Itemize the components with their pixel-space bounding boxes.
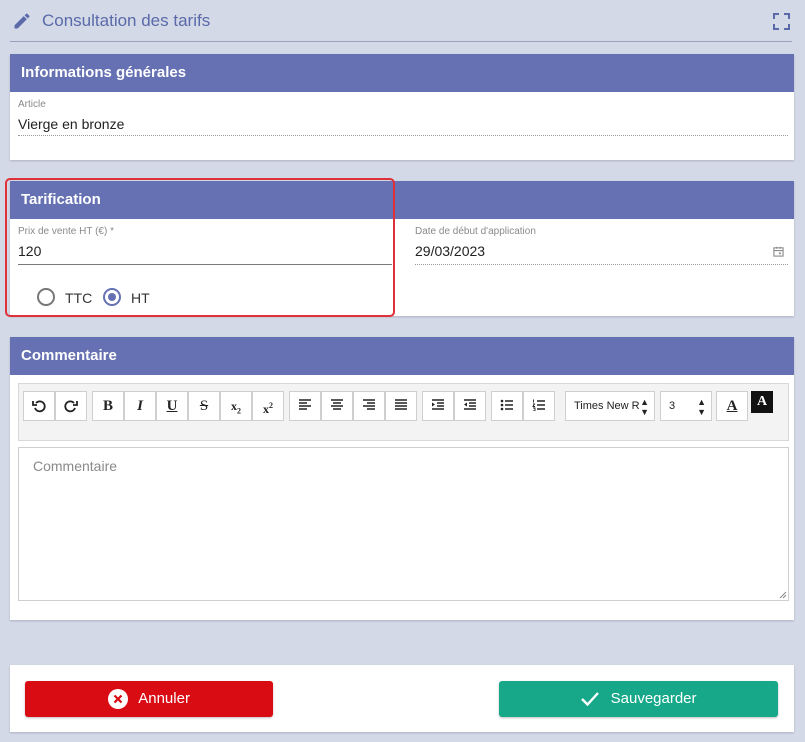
superscript-button[interactable]: x2 (252, 391, 284, 421)
expand-icon[interactable] (773, 13, 790, 30)
justify-button[interactable] (385, 391, 417, 421)
align-left-button[interactable] (289, 391, 321, 421)
radio-ttc-label[interactable]: TTC (65, 290, 92, 306)
save-label: Sauvegarder (610, 690, 697, 708)
article-underline (18, 135, 788, 136)
article-label: Article (18, 99, 46, 110)
strikethrough-button[interactable]: S (188, 391, 220, 421)
outdent-icon (464, 399, 476, 410)
align-right-button[interactable] (353, 391, 385, 421)
undo-button[interactable] (23, 391, 55, 421)
pricing-heading: Tarification (10, 181, 794, 219)
numbered-list-button[interactable] (523, 391, 555, 421)
bullet-list-icon (500, 399, 513, 411)
calendar-icon[interactable] (773, 246, 784, 257)
comment-editor[interactable]: Commentaire (18, 447, 789, 601)
align-center-icon (331, 399, 343, 410)
page-title: Consultation des tarifs (42, 11, 211, 30)
font-family-select[interactable]: Times New R ▲ ▼ (565, 391, 655, 421)
redo-button[interactable] (55, 391, 87, 421)
price-underline (18, 264, 392, 265)
font-family-arrow-icon: ▲ ▼ (640, 397, 649, 417)
redo-icon (64, 400, 78, 413)
save-button[interactable]: Sauvegarder (499, 681, 778, 717)
title-bar: Consultation des tarifs (0, 0, 805, 42)
date-label: Date de début d'application (415, 226, 536, 237)
font-size-value: 3 (669, 400, 676, 412)
numbered-list-icon (532, 399, 545, 412)
radio-ttc[interactable] (37, 288, 55, 306)
highlight-color-button[interactable]: A (751, 391, 773, 413)
pricing-card: Tarification Prix de vente HT (€) * 120 … (10, 181, 794, 316)
bold-button[interactable]: B (92, 391, 124, 421)
undo-icon (32, 400, 46, 413)
align-left-icon (299, 399, 311, 410)
comment-placeholder: Commentaire (33, 458, 118, 474)
general-info-heading: Informations générales (10, 54, 794, 92)
align-right-icon (363, 399, 375, 410)
article-value: Vierge en bronze (18, 116, 125, 132)
text-color-button[interactable]: A (716, 391, 748, 421)
radio-ht-label[interactable]: HT (131, 290, 150, 306)
pencil-icon (14, 13, 30, 29)
font-family-value: Times New R (574, 400, 640, 412)
bullet-list-button[interactable] (491, 391, 523, 421)
radio-ht[interactable] (103, 288, 121, 306)
italic-button[interactable]: I (124, 391, 156, 421)
align-center-button[interactable] (321, 391, 353, 421)
indent-icon (432, 399, 444, 410)
subscript-button[interactable]: x2 (220, 391, 252, 421)
font-size-select[interactable]: 3 ▲ ▼ (660, 391, 712, 421)
title-divider (10, 41, 792, 42)
font-size-arrow-icon: ▲ ▼ (697, 397, 706, 417)
cancel-label: Annuler (138, 690, 190, 708)
resize-handle-icon[interactable] (779, 591, 787, 599)
date-underline (415, 264, 788, 265)
price-label: Prix de vente HT (€) * (18, 226, 114, 237)
justify-icon (395, 399, 407, 410)
price-input[interactable]: 120 (18, 243, 392, 259)
outdent-button[interactable] (454, 391, 486, 421)
date-input[interactable]: 29/03/2023 (415, 243, 755, 259)
general-info-card: Informations générales Article Vierge en… (10, 54, 794, 160)
cancel-button[interactable]: Annuler (25, 681, 273, 717)
indent-button[interactable] (422, 391, 454, 421)
comment-heading: Commentaire (10, 337, 794, 375)
underline-button[interactable]: U (156, 391, 188, 421)
close-circle-icon (108, 689, 129, 710)
check-icon (581, 692, 600, 707)
editor-toolbar: B I U S x2 x2 Times New R ▲ ▼ 3 ▲ ▼ A A (18, 383, 789, 441)
